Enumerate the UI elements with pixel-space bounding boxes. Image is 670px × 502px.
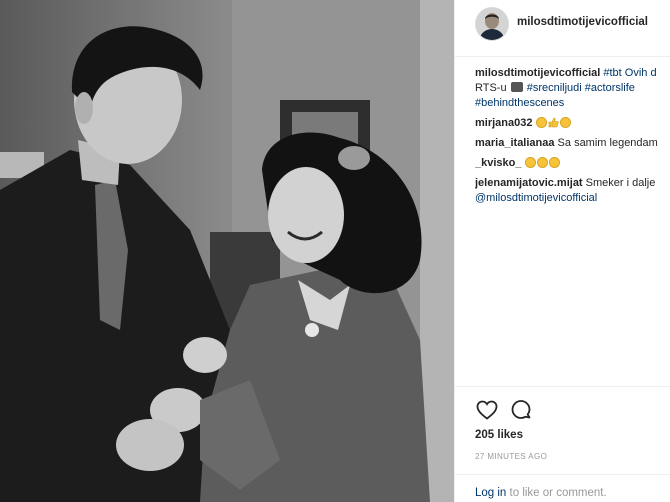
login-prompt-text: to like or comment.: [506, 487, 607, 499]
caption-line-1: milosdtimotijevicofficial #tbt Ovih d: [475, 66, 670, 81]
smiley-emoji-icon: [536, 157, 548, 168]
comment-text: Smeker i dalje: [582, 177, 656, 189]
caption-username[interactable]: milosdtimotijevicofficial: [475, 67, 600, 79]
caption-line-2: RTS-u #srecniljudi #actorslife: [475, 81, 670, 96]
smiley-emoji-icon: [548, 157, 560, 168]
comment-username[interactable]: _kvisko_: [475, 157, 521, 169]
divider: [455, 474, 670, 475]
post-timestamp: 27 MINUTES AGO: [475, 452, 548, 461]
comment-item: maria_italianaa Sa samim legendam: [475, 136, 670, 151]
divider: [455, 386, 670, 387]
caption-hashtag-tbt[interactable]: #tbt Ovih d: [600, 67, 656, 79]
comment-username[interactable]: jelenamijatovic.mijat: [475, 177, 583, 189]
comment-mention[interactable]: @milosdtimotijevicofficial: [475, 192, 597, 204]
smiley-emoji-icon: [535, 117, 547, 128]
avatar-image: [476, 8, 508, 40]
likes-count[interactable]: 205 likes: [475, 429, 523, 441]
caption-text: RTS-u: [475, 82, 510, 94]
caption-line-3: #behindthescenes: [475, 96, 670, 111]
comment-username[interactable]: mirjana032: [475, 117, 532, 129]
comment-icon[interactable]: [509, 398, 533, 422]
comment-item: _kvisko_: [475, 156, 670, 171]
post-sidebar: milosdtimotijevicofficial milosdtimotije…: [454, 0, 670, 502]
caption-hashtags[interactable]: #srecniljudi #actorslife: [527, 82, 635, 94]
tv-emoji-icon: [510, 82, 523, 92]
smiley-emoji-icon: [559, 117, 571, 128]
thumbs-up-emoji-icon: [548, 117, 559, 128]
login-link[interactable]: Log in: [475, 487, 506, 499]
header-username[interactable]: milosdtimotijevicofficial: [517, 16, 648, 28]
comment-username[interactable]: maria_italianaa: [475, 137, 555, 149]
login-prompt: Log in to like or comment.: [475, 487, 607, 499]
post-header: milosdtimotijevicofficial: [455, 0, 670, 57]
smiley-emoji-icon: [524, 157, 536, 168]
comment-item: jelenamijatovic.mijat Smeker i dalje: [475, 176, 670, 191]
photo-illustration: [0, 0, 454, 502]
post-photo[interactable]: [0, 0, 454, 502]
caption-hashtag-behindthescenes[interactable]: #behindthescenes: [475, 97, 564, 109]
avatar[interactable]: [475, 7, 509, 41]
comment-item: mirjana032: [475, 116, 670, 131]
comments-list: milosdtimotijevicofficial #tbt Ovih d RT…: [475, 66, 670, 396]
heart-icon[interactable]: [475, 398, 499, 422]
comment-item-continued: @milosdtimotijevicofficial: [475, 191, 670, 206]
comment-text: Sa samim legendam: [554, 137, 658, 149]
